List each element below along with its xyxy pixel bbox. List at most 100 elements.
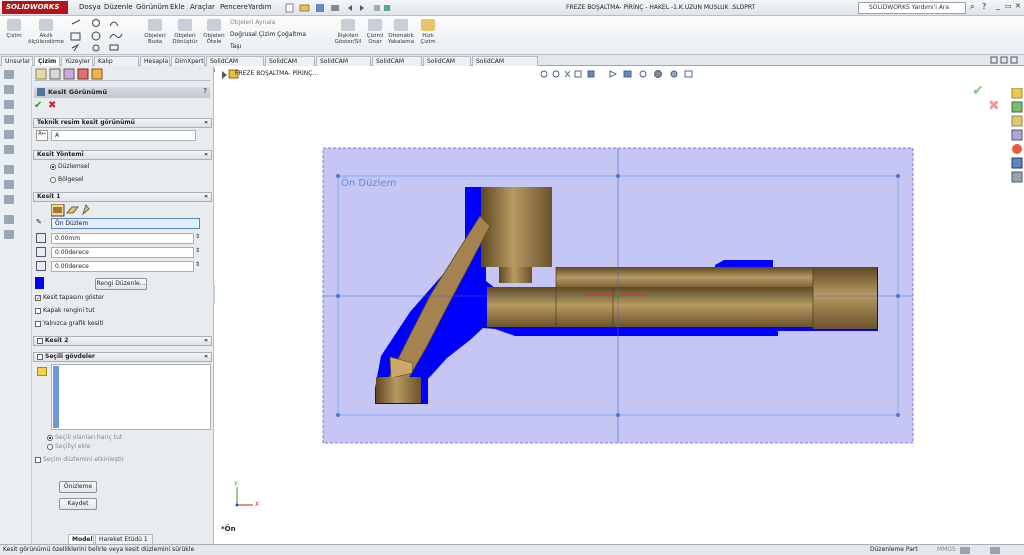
collapse-icon[interactable]: « [204,193,208,201]
keep-cap-color-checkbox[interactable]: Kapak rengini tut [35,307,95,314]
accept-icon[interactable]: ✔ [34,100,42,111]
help-search-input[interactable]: SOLIDWORKS Yardımı'i Ara [858,2,966,14]
edit-color-button[interactable]: Rengi Düzenle... [95,278,147,290]
cancel-icon[interactable]: ✖ [48,100,56,111]
tab-hesapla[interactable]: Hesapla [140,56,170,66]
offset-field[interactable]: 0.00mm [51,233,194,244]
restore-icon[interactable]: ▭ [1005,2,1012,10]
expand-icon[interactable]: » [204,337,208,345]
help-icon[interactable]: ? [982,2,986,11]
tab-solidcam-part[interactable]: SolidCAM Part [423,56,471,74]
sketch-button[interactable]: Çizim [2,19,26,39]
display-delete-relations-button[interactable]: İlişkileri Göster/Sil [331,19,365,45]
repair-sketch-button[interactable]: Çizimi Onar [364,19,386,45]
rapid-sketch-button[interactable]: Hızlı Çizim [417,19,439,45]
tab-solidcam-parcasi-2[interactable]: SolidCAM Parçası [316,56,371,74]
tab-motion-study[interactable]: Hareket Etüdü 1 [95,534,153,544]
tab-model[interactable]: Model [68,534,94,544]
layer-icon[interactable] [4,215,14,224]
dimxpert-icon[interactable] [4,115,14,124]
title-bar: SOLIDWORKS Dosya Düzenle Görünüm Ekle Ar… [0,0,1024,16]
plane-selector-icons[interactable] [51,204,95,217]
include-selected-radio[interactable]: Seçiliyi ekle [47,443,90,450]
tab-yuzeyler[interactable]: Yüzeyler [61,56,93,66]
units-icon[interactable] [960,547,970,554]
graphics-only-checkbox[interactable]: Yalnızca grafik kesiti [35,320,104,327]
collapse-icon[interactable]: « [204,119,208,127]
display-icon[interactable] [4,130,14,139]
save-button[interactable]: Kaydet [59,498,97,510]
menu-pencere[interactable]: Pencere [220,3,248,11]
smart-dimension-button[interactable]: Akıllı ölçülendirme [28,19,64,45]
quick-access-icons[interactable] [284,3,394,13]
origin-point[interactable] [616,294,620,298]
tab-unsurlar[interactable]: Unsurlar [1,56,33,66]
section-color-swatch[interactable] [35,277,44,289]
tab-kalip-araclari[interactable]: Kalıp Araçları [94,56,139,74]
show-cap-checkbox[interactable]: ✓ Kesit tapasını göster [35,294,104,301]
property-icon[interactable] [4,85,14,94]
drawing-section-header[interactable]: Teknik resim kesit görünümü « [33,118,212,128]
menu-duzenle[interactable]: Düzenle [104,3,133,11]
collapse-icon[interactable]: « [204,353,208,361]
tab-dimxpert[interactable]: DimXpert [171,56,205,66]
status-units[interactable]: MMGS [937,545,956,555]
selected-bodies-list[interactable] [51,364,211,430]
enable-plane-checkbox[interactable]: Seçim düzlemini etkinleştir [35,456,124,463]
menu-ekle[interactable]: Ekle [170,3,185,11]
section-view-icon [37,88,45,96]
sketch-icon [7,19,21,31]
cam-icon[interactable] [4,145,14,154]
collapse-icon[interactable]: « [204,151,208,159]
model-canvas[interactable] [215,66,1024,544]
minimize-icon[interactable]: _ [996,1,1000,10]
linear-pattern-button[interactable]: Doğrusal Çizim Çoğaltma [230,31,306,38]
smart-dim-icon[interactable] [4,165,14,174]
sketch-entities-toolbar[interactable] [68,18,138,54]
menu-yardim[interactable]: Yardım [248,3,272,11]
offset-entities-button[interactable]: Objeleri Ötele [202,19,226,45]
window-tile-icons[interactable] [990,56,1022,65]
angle-y-field[interactable]: 0.00derece [51,261,194,272]
quick-access-toolbar[interactable] [284,3,394,13]
configuration-icon[interactable] [4,100,14,109]
tab-solidcam-parcasi[interactable]: SolidCAM Parçası [206,56,264,74]
angle-x-field[interactable]: 0.00derece [51,247,194,258]
move-entities-button[interactable]: Taşı [230,43,241,50]
offset-spinner[interactable]: ⇕ [195,233,200,240]
tab-cizim[interactable]: Çizim [34,56,60,66]
snap-icon[interactable] [4,230,14,239]
pm-tab-icons[interactable] [34,68,104,80]
convert-entities-button[interactable]: Objeleri Dönüştür [170,19,200,45]
section2-header[interactable]: Kesit 2» [33,336,212,346]
search-icon[interactable]: ⌕ [970,2,974,12]
method-zonal-radio[interactable]: Bölgesel [50,176,83,183]
trim-entities-button[interactable]: Objeleri Buda [143,19,167,45]
method-planar-radio[interactable]: Düzlemsel [50,163,89,170]
graphics-viewport[interactable]: FREZE BOŞALTMA- PİRİNÇ... ✔ ✖ Ön Düzlem … [215,66,1024,544]
preview-button[interactable]: Önizleme [59,481,97,493]
menu-dosya[interactable]: Dosya [79,3,101,11]
section1-header[interactable]: Kesit 1 « [33,192,212,202]
quick-snaps-button[interactable]: Otomatik Yakalama [387,19,415,45]
section-plane-field[interactable]: Ön Düzlem [51,218,200,229]
relations-icon[interactable] [4,180,14,189]
pm-help-icon[interactable]: ? [203,87,207,95]
mirror-entities-button[interactable]: Objeleri Aynala [230,19,275,26]
exclude-selected-radio[interactable]: Seçili olanları hariç tut [47,434,122,441]
tab-solidcam-operations[interactable]: SolidCAM Operations [472,56,538,74]
menu-araclar[interactable]: Araçlar [190,3,215,11]
feature-tree-icon[interactable] [4,70,14,79]
solidworks-logo[interactable]: SOLIDWORKS [2,1,68,14]
close-icon[interactable]: ✕ [1015,2,1021,10]
rebuild-icon[interactable] [990,547,1000,554]
tab-solidcam-isler[interactable]: SolidCAM İşler [265,56,315,74]
angle-y-spinner[interactable]: ⇕ [195,261,200,268]
angle-x-spinner[interactable]: ⇕ [195,247,200,254]
tab-solidcam-isler-2[interactable]: SolidCAM İşler [372,56,422,74]
section-label-field[interactable]: A [51,130,196,141]
menu-gorunum[interactable]: Görünüm [136,3,169,11]
section-method-header[interactable]: Kesit Yöntemi « [33,150,212,160]
grid-icon[interactable] [4,195,14,204]
selected-bodies-header[interactable]: Seçili gövdeler « [33,352,212,362]
